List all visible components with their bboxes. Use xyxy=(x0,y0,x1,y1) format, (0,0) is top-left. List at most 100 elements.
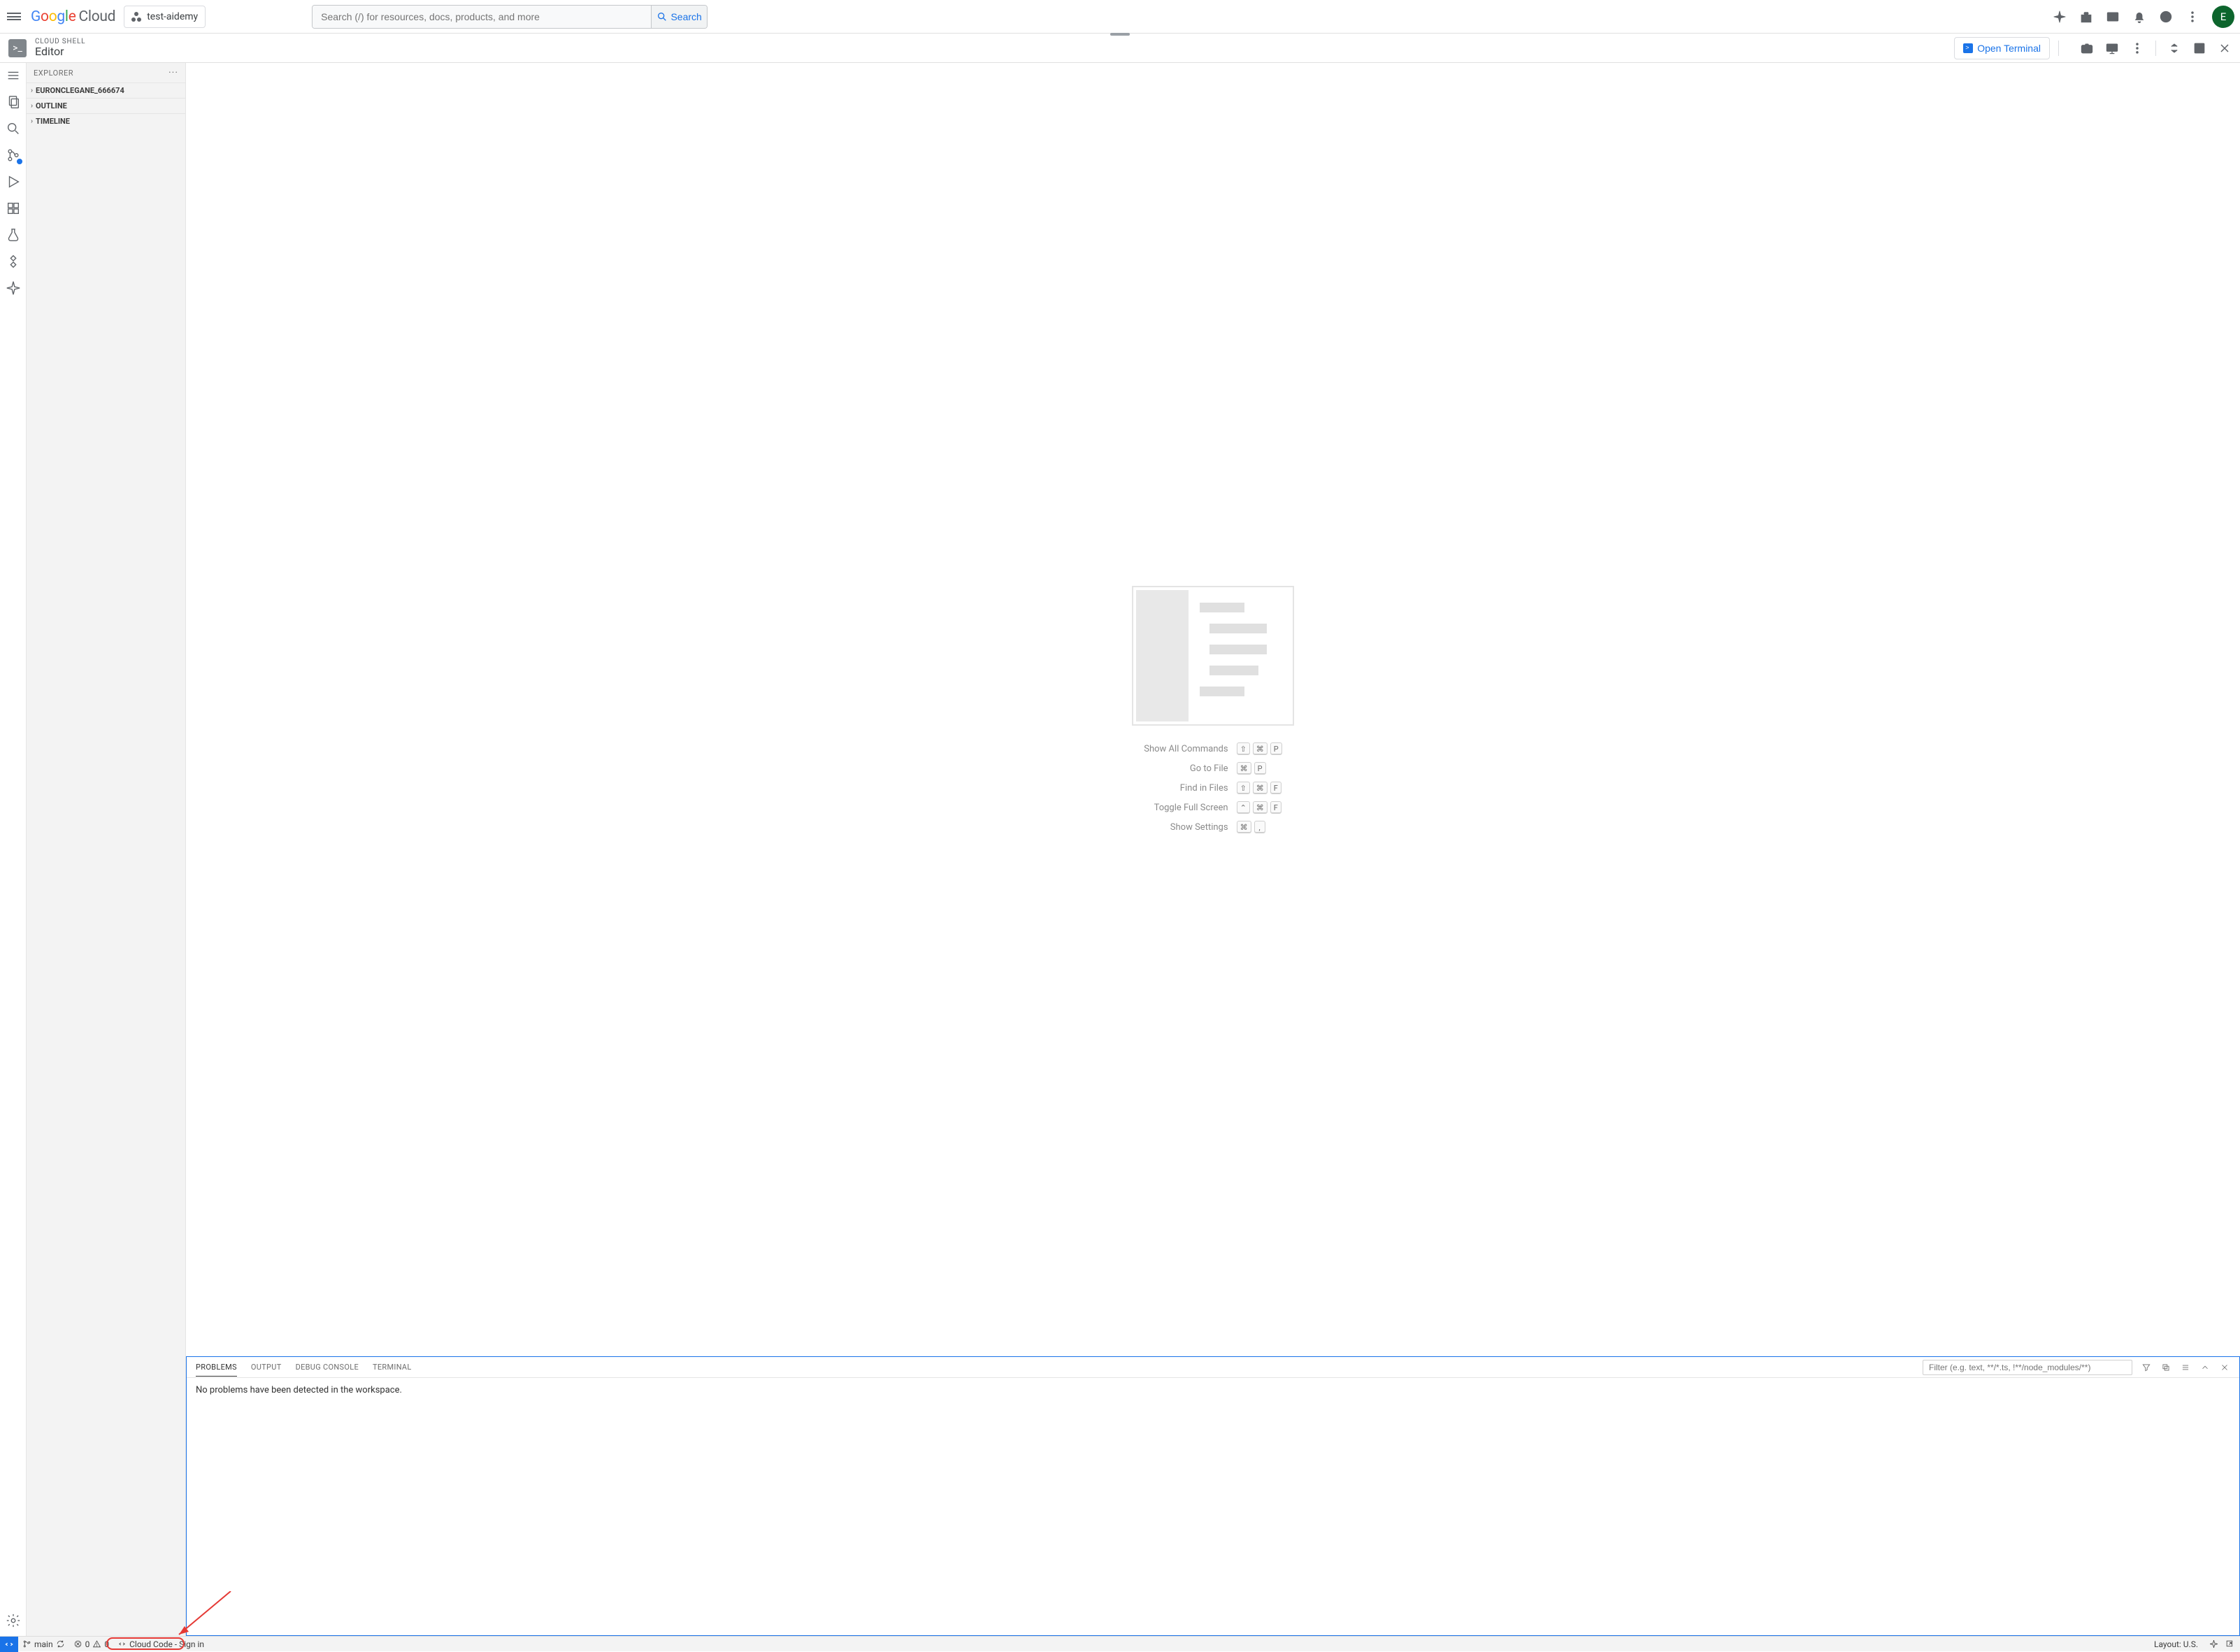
hint-label: Go to File xyxy=(1144,763,1228,774)
explorer-section-label: EURONCLEGANE_666674 xyxy=(36,86,124,95)
gemini-status-icon[interactable] xyxy=(2209,1639,2218,1649)
search-button[interactable]: Search xyxy=(651,6,707,28)
explorer-icon[interactable] xyxy=(5,94,22,110)
display-icon[interactable] xyxy=(2105,41,2119,55)
chevron-right-icon: › xyxy=(31,117,33,125)
welcome-placeholder-graphic xyxy=(1132,586,1294,726)
welcome-view: Show All Commands⇧⌘PGo to File⌘PFind in … xyxy=(186,63,2240,1356)
project-name: test-aidemy xyxy=(147,11,198,22)
hint-label: Find in Files xyxy=(1144,783,1228,793)
explorer-section[interactable]: ›OUTLINE xyxy=(27,98,185,113)
collapse-icon[interactable] xyxy=(2167,41,2181,55)
keycap: P xyxy=(1270,742,1282,755)
terminal-icon xyxy=(1963,43,1973,53)
hint-keys: ⇧⌘F xyxy=(1237,782,1282,794)
filter-icon[interactable] xyxy=(2141,1362,2152,1373)
avatar-initial: E xyxy=(2220,10,2227,23)
collapse-all-icon[interactable] xyxy=(2160,1362,2171,1373)
notifications-icon[interactable] xyxy=(2132,10,2146,24)
welcome-hints: Show All Commands⇧⌘PGo to File⌘PFind in … xyxy=(1144,742,1281,833)
git-branch-item[interactable]: main xyxy=(18,1639,69,1649)
header-right: E xyxy=(2053,6,2234,28)
gemini-sidebar-icon[interactable] xyxy=(5,280,22,296)
chevron-right-icon: › xyxy=(31,102,33,110)
testing-icon[interactable] xyxy=(5,227,22,243)
layout-status-item[interactable]: Layout: U.S. xyxy=(2150,1639,2202,1649)
explorer-section-label: TIMELINE xyxy=(36,117,70,126)
search-icon[interactable] xyxy=(5,120,22,137)
keycap: , xyxy=(1254,821,1265,833)
keycap: ⌘ xyxy=(1237,821,1251,833)
explorer-section[interactable]: ›TIMELINE xyxy=(27,113,185,129)
hint-label: Toggle Full Screen xyxy=(1144,803,1228,813)
editor-more-icon[interactable] xyxy=(2130,41,2144,55)
panel-tab-debug-console[interactable]: DEBUG CONSOLE xyxy=(296,1358,359,1376)
hint-keys: ⇧⌘P xyxy=(1237,742,1282,755)
panel-tab-terminal[interactable]: TERMINAL xyxy=(373,1358,412,1376)
close-panel-icon[interactable] xyxy=(2219,1362,2230,1373)
keycap: ⌃ xyxy=(1237,801,1250,814)
cloud-shell-editor-icon: >_ xyxy=(8,39,27,57)
panel-tab-problems[interactable]: PROBLEMS xyxy=(196,1358,237,1377)
warning-count: 0 xyxy=(104,1639,109,1649)
status-bar-right: Layout: U.S. xyxy=(2150,1639,2240,1649)
remote-indicator[interactable] xyxy=(0,1637,18,1652)
hint-keys: ⌘, xyxy=(1237,821,1282,833)
account-avatar[interactable]: E xyxy=(2212,6,2234,28)
layout-status-label: Layout: U.S. xyxy=(2154,1639,2198,1649)
source-control-icon[interactable] xyxy=(5,147,22,164)
explorer-section[interactable]: ›EURONCLEGANE_666674 xyxy=(27,82,185,98)
explorer-title: EXPLORER xyxy=(34,69,73,78)
cloud-code-icon[interactable] xyxy=(5,253,22,270)
panel-tab-bar: PROBLEMS OUTPUT DEBUG CONSOLE TERMINAL xyxy=(186,1357,2240,1378)
more-vert-icon[interactable] xyxy=(2185,10,2199,24)
error-count: 0 xyxy=(85,1639,90,1649)
cloud-code-status-icon xyxy=(117,1639,127,1649)
logo-cloud-text: Cloud xyxy=(79,8,116,25)
git-branch-name: main xyxy=(34,1639,53,1649)
explorer-section-label: OUTLINE xyxy=(36,101,67,110)
view-as-list-icon[interactable] xyxy=(2180,1362,2191,1373)
keycap: P xyxy=(1254,762,1266,775)
keycap: ⌘ xyxy=(1237,762,1251,775)
help-icon[interactable] xyxy=(2159,10,2173,24)
project-selector[interactable]: test-aidemy xyxy=(124,6,206,28)
feedback-icon[interactable] xyxy=(2225,1639,2234,1649)
search-input[interactable] xyxy=(313,6,651,28)
chevron-up-icon[interactable] xyxy=(2199,1362,2211,1373)
problems-status-item[interactable]: 0 0 xyxy=(69,1639,114,1649)
keycap: ⇧ xyxy=(1237,742,1250,755)
cloud-shell-icon[interactable] xyxy=(2106,10,2120,24)
shell-title: CLOUD SHELL Editor xyxy=(35,38,85,58)
extensions-icon[interactable] xyxy=(5,200,22,217)
hint-keys: ⌃⌘F xyxy=(1237,801,1282,814)
panel-tab-output[interactable]: OUTPUT xyxy=(251,1358,282,1376)
cloud-shell-sub-header: >_ CLOUD SHELL Editor Open Terminal xyxy=(0,34,2240,63)
camera-icon[interactable] xyxy=(2080,41,2094,55)
shell-title-big: Editor xyxy=(35,45,85,58)
menu-icon[interactable] xyxy=(5,67,22,84)
run-debug-icon[interactable] xyxy=(5,173,22,190)
gcp-header: Google Cloud test-aidemy Search E xyxy=(0,0,2240,34)
cloud-code-status-item[interactable]: Cloud Code - Sign in xyxy=(113,1639,208,1649)
problems-empty-text: No problems have been detected in the wo… xyxy=(196,1385,402,1395)
open-new-window-icon[interactable] xyxy=(2192,41,2206,55)
explorer-more-icon[interactable]: ··· xyxy=(168,67,178,78)
main-menu-icon[interactable] xyxy=(6,8,22,25)
divider xyxy=(2058,41,2059,56)
close-icon[interactable] xyxy=(2218,41,2232,55)
editor-area: Show All Commands⇧⌘PGo to File⌘PFind in … xyxy=(186,63,2240,1636)
problems-filter-input[interactable] xyxy=(1923,1360,2132,1375)
drag-handle[interactable] xyxy=(1110,33,1130,36)
problems-body: No problems have been detected in the wo… xyxy=(186,1378,2240,1636)
gemini-icon[interactable] xyxy=(2053,10,2067,24)
warning-icon xyxy=(92,1639,101,1649)
sync-icon xyxy=(56,1639,65,1649)
open-terminal-button[interactable]: Open Terminal xyxy=(1954,37,2050,59)
keycap: ⇧ xyxy=(1237,782,1250,794)
google-cloud-logo[interactable]: Google Cloud xyxy=(31,8,115,25)
settings-gear-icon[interactable] xyxy=(5,1612,22,1629)
search-button-label: Search xyxy=(670,11,701,22)
gift-icon[interactable] xyxy=(2079,10,2093,24)
keycap: ⌘ xyxy=(1253,742,1268,755)
